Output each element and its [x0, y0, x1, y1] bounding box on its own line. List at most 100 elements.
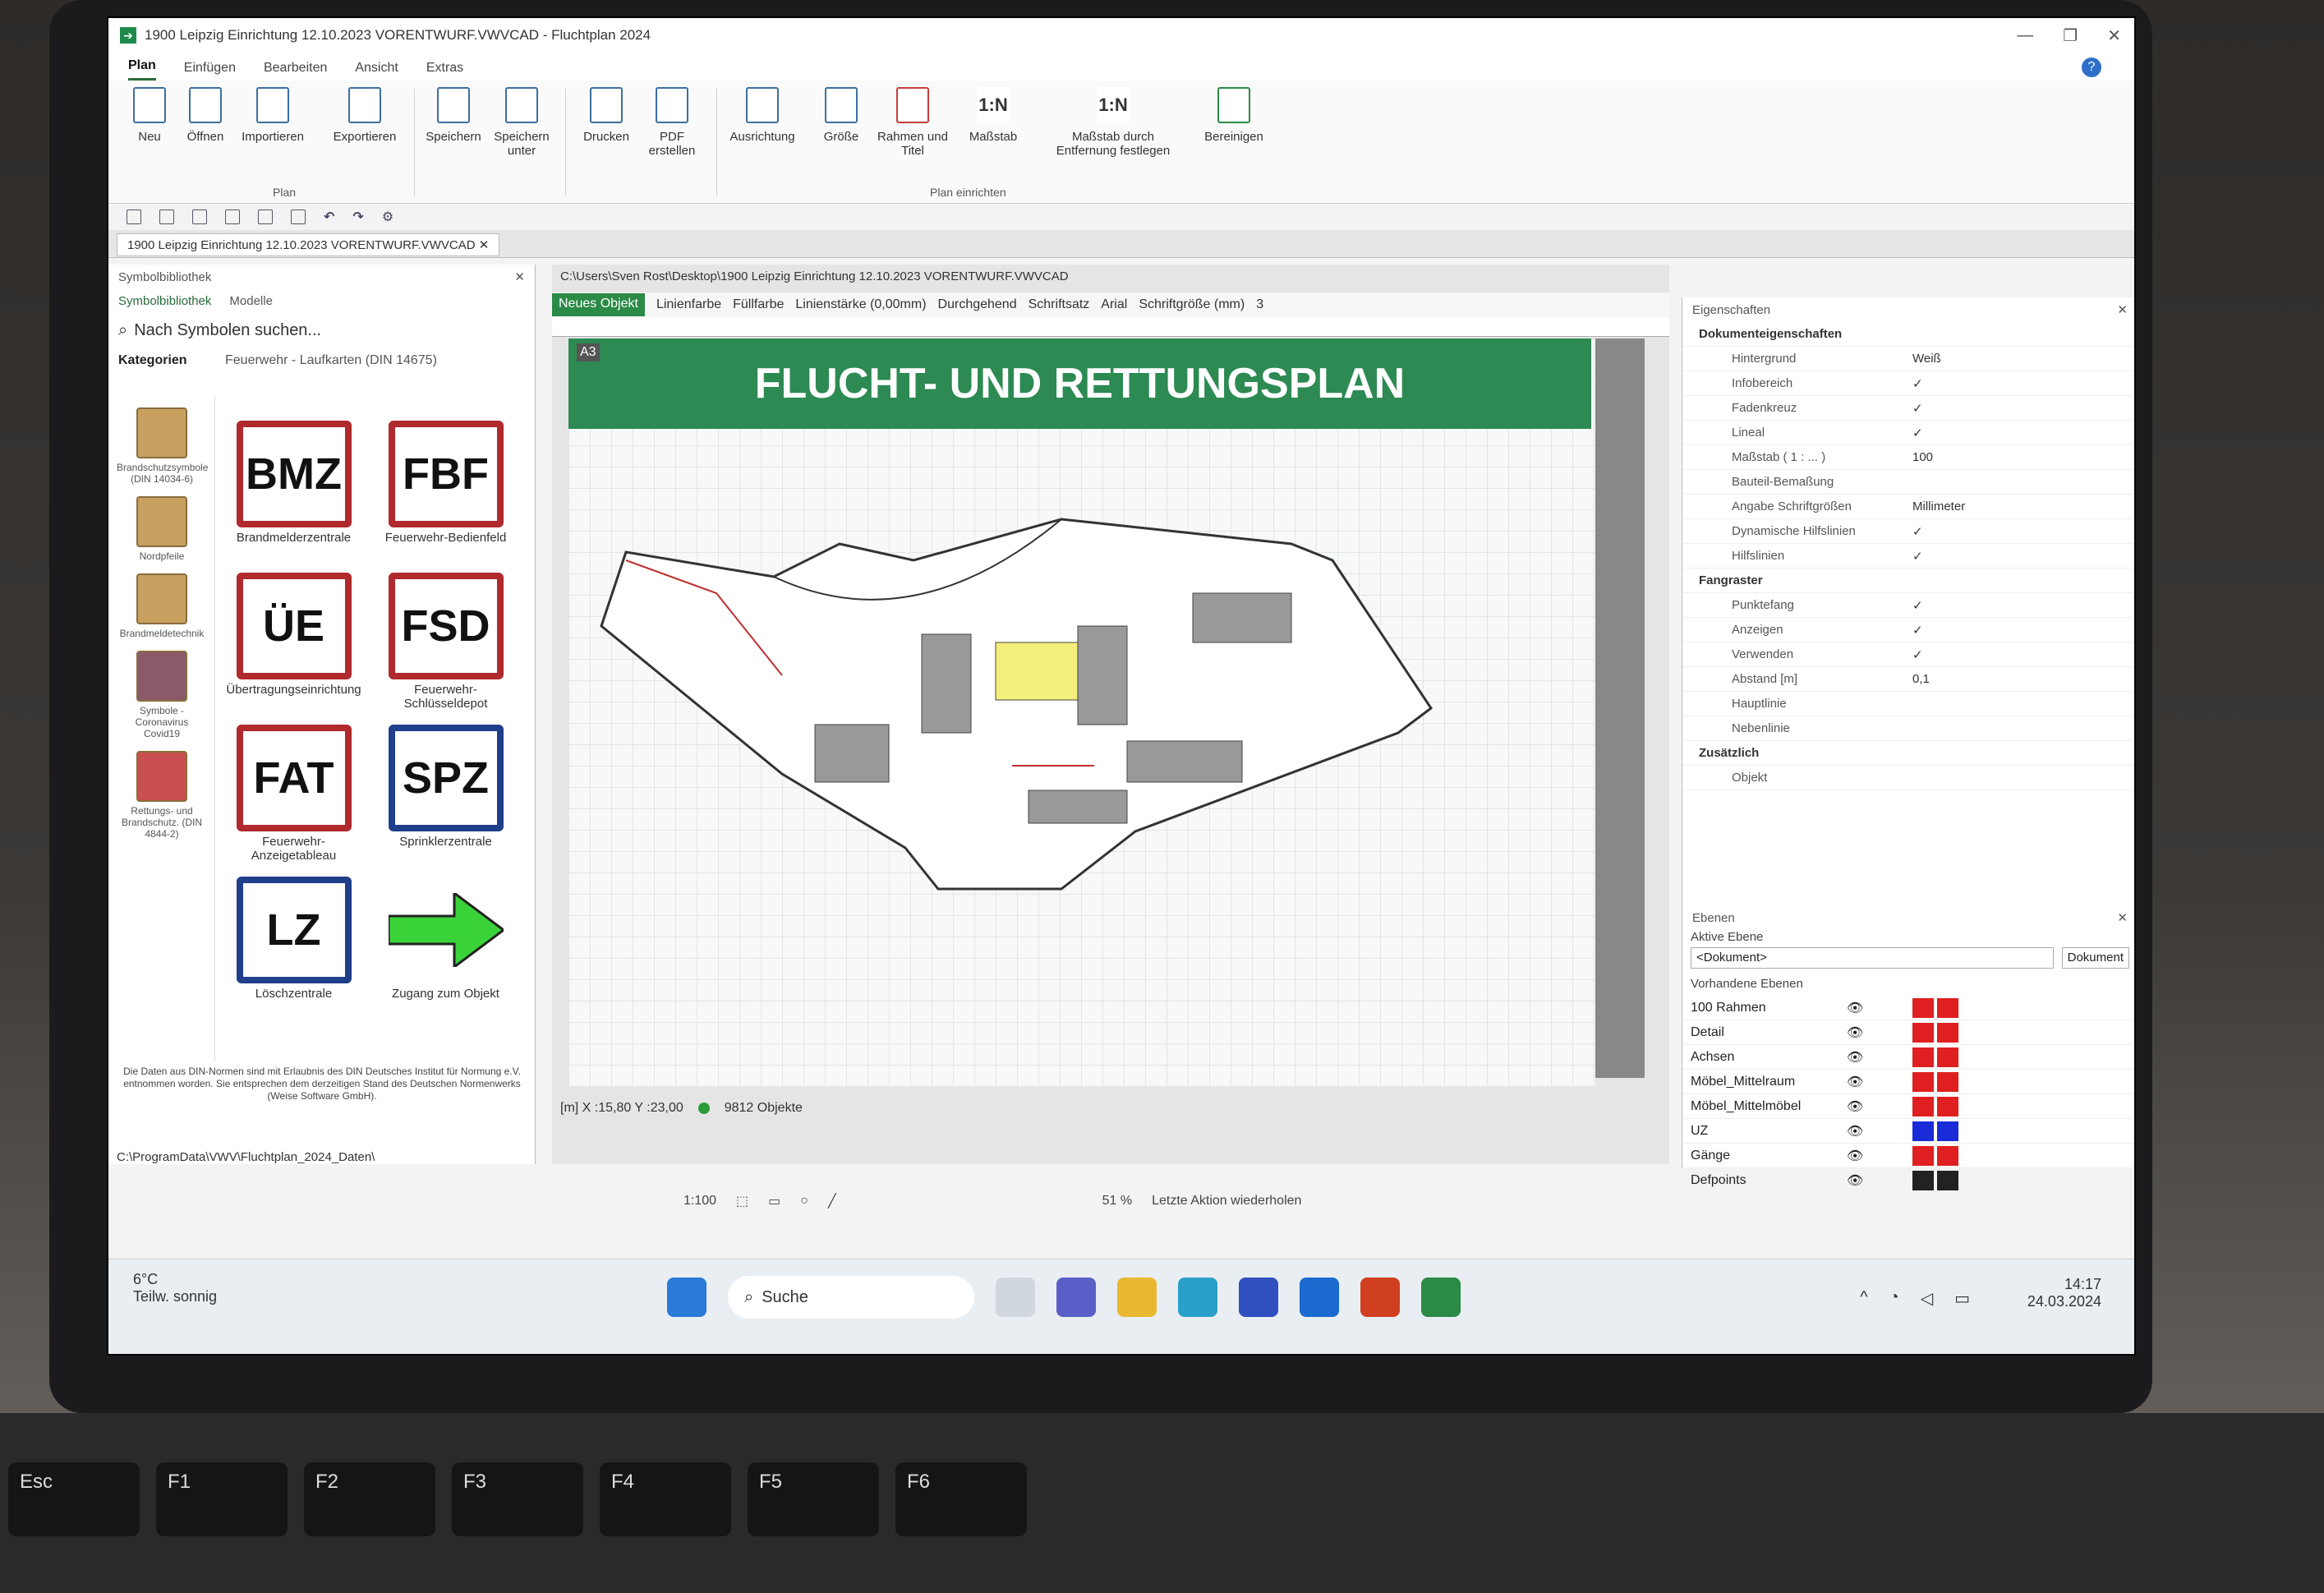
category-item[interactable]: Rettungs- und Brandschutz. (DIN 4844-2): [117, 751, 207, 840]
layer-color-swatch[interactable]: [1912, 997, 1935, 1018]
property-row[interactable]: Lineal ✓: [1682, 421, 2134, 445]
file-explorer-icon[interactable]: [1117, 1278, 1157, 1317]
select-tool-icon[interactable]: ⬚: [736, 1193, 748, 1209]
category-item[interactable]: Brandschutzsymbole (DIN 14034-6): [117, 407, 208, 485]
property-row[interactable]: Anzeigen ✓: [1682, 618, 2134, 642]
properties-close-icon[interactable]: ✕: [2117, 302, 2128, 317]
tab-bearbeiten[interactable]: Bearbeiten: [264, 61, 327, 81]
symbol-ue[interactable]: ÜE Übertragungseinrichtung: [222, 573, 366, 697]
category-item[interactable]: Symbole - Coronavirus Covid19: [117, 651, 207, 739]
symbol-bmz[interactable]: BMZ Brandmelderzentrale: [222, 421, 366, 545]
layer-row[interactable]: Detail 👁: [1682, 1020, 2134, 1045]
qat-save-icon[interactable]: [192, 209, 207, 224]
layer-color-swatch[interactable]: [1937, 1022, 1959, 1043]
frame-title-button[interactable]: Rahmen und Titel: [876, 87, 950, 158]
layer-color-swatch[interactable]: [1912, 1022, 1935, 1043]
font-size-input[interactable]: 3: [1256, 297, 1263, 312]
cleanup-button[interactable]: Bereinigen: [1193, 87, 1275, 144]
property-row[interactable]: Abstand [m] 0,1: [1682, 667, 2134, 692]
vertical-scrollbar[interactable]: [1595, 338, 1645, 1078]
layer-color-swatch[interactable]: [1937, 997, 1959, 1018]
property-row[interactable]: Hintergrund Weiß: [1682, 347, 2134, 371]
property-row[interactable]: Fadenkreuz ✓: [1682, 396, 2134, 421]
help-icon[interactable]: ?: [2082, 58, 2101, 77]
layer-row[interactable]: UZ 👁: [1682, 1119, 2134, 1144]
property-value[interactable]: ✓: [1896, 524, 2134, 539]
property-row[interactable]: Infobereich ✓: [1682, 371, 2134, 396]
qat-save-as-icon[interactable]: [225, 209, 240, 224]
layer-color-swatch[interactable]: [1912, 1071, 1935, 1092]
redo-icon[interactable]: ↷: [352, 209, 363, 225]
eye-icon[interactable]: 👁: [1847, 1049, 1863, 1066]
property-value[interactable]: ✓: [1896, 426, 2134, 440]
line-color-dropdown[interactable]: Linienfarbe: [656, 297, 721, 312]
store-icon[interactable]: [1239, 1278, 1278, 1317]
property-value[interactable]: ✓: [1896, 647, 2134, 662]
symbol-lz[interactable]: LZ Löschzentrale: [222, 877, 366, 1001]
section-document-properties[interactable]: Dokumenteigenschaften: [1682, 327, 1842, 341]
export-button[interactable]: Exportieren: [324, 87, 406, 144]
property-value[interactable]: ✓: [1896, 598, 2134, 613]
layer-color-swatch[interactable]: [1937, 1071, 1959, 1092]
eye-icon[interactable]: 👁: [1847, 1098, 1863, 1115]
clock[interactable]: 14:17 24.03.2024: [2027, 1276, 2101, 1310]
size-button[interactable]: Größe: [808, 87, 874, 144]
symbol-access[interactable]: Zugang zum Objekt: [374, 877, 518, 1001]
eye-icon[interactable]: 👁: [1847, 1000, 1863, 1016]
section-grid[interactable]: Fangraster: [1682, 573, 1763, 587]
document-button[interactable]: Dokument: [2061, 947, 2129, 969]
start-icon[interactable]: [667, 1278, 706, 1317]
tab-ansicht[interactable]: Ansicht: [355, 61, 398, 81]
fluchtplan-icon[interactable]: [1421, 1278, 1461, 1317]
layer-color-swatch[interactable]: [1912, 1096, 1935, 1116]
taskbar-search[interactable]: ⌕ Suche: [728, 1276, 974, 1319]
property-value[interactable]: 0,1: [1896, 672, 2134, 686]
symbol-fbf[interactable]: FBF Feuerwehr-Bedienfeld: [374, 421, 518, 545]
orientation-button[interactable]: Ausrichtung: [721, 87, 803, 144]
layer-color-swatch[interactable]: [1912, 1145, 1935, 1166]
weather-widget[interactable]: 6°C Teilw. sonnig: [133, 1271, 217, 1305]
minimize-button[interactable]: —: [2017, 26, 2033, 45]
qat-new-icon[interactable]: [127, 209, 141, 224]
fill-color-dropdown[interactable]: Füllfarbe: [733, 297, 784, 312]
import-button[interactable]: Importieren: [232, 87, 314, 144]
layer-color-swatch[interactable]: [1937, 1145, 1959, 1166]
scale-distance-button[interactable]: 1:N Maßstab durch Entfernung festlegen: [1043, 87, 1183, 158]
property-value[interactable]: ✓: [1896, 623, 2134, 638]
category-item[interactable]: Nordpfeile: [117, 496, 207, 562]
qat-pdf-icon[interactable]: [291, 209, 306, 224]
close-tab-icon[interactable]: ✕: [479, 238, 490, 252]
qat-print-icon[interactable]: [258, 209, 273, 224]
property-row[interactable]: Objekt: [1682, 766, 2134, 790]
pdf-button[interactable]: PDF erstellen: [639, 87, 705, 158]
layer-color-swatch[interactable]: [1937, 1047, 1959, 1067]
edge-icon[interactable]: [1178, 1278, 1217, 1317]
tab-plan[interactable]: Plan: [128, 58, 156, 81]
property-row[interactable]: Hauptlinie: [1682, 692, 2134, 716]
section-additional[interactable]: Zusätzlich: [1682, 746, 1759, 760]
battery-icon[interactable]: ▭: [1954, 1288, 1970, 1309]
maximize-button[interactable]: ❐: [2063, 25, 2078, 46]
speaker-icon[interactable]: ◁: [1921, 1288, 1933, 1309]
document-tab[interactable]: 1900 Leipzig Einrichtung 12.10.2023 VORE…: [117, 233, 500, 256]
property-row[interactable]: Punktefang ✓: [1682, 593, 2134, 618]
eye-icon[interactable]: 👁: [1847, 1074, 1863, 1090]
font-dropdown[interactable]: Arial: [1101, 297, 1127, 312]
eye-icon[interactable]: 👁: [1847, 1123, 1863, 1140]
category-item[interactable]: Brandmeldetechnik: [117, 573, 207, 639]
layer-row[interactable]: 100 Rahmen 👁: [1682, 996, 2134, 1020]
property-value[interactable]: 100: [1896, 450, 2134, 464]
property-value[interactable]: Millimeter: [1896, 500, 2134, 513]
qat-open-icon[interactable]: [159, 209, 174, 224]
eye-icon[interactable]: 👁: [1847, 1148, 1863, 1164]
active-layer-select[interactable]: <Dokument>: [1691, 947, 2054, 969]
close-button[interactable]: ✕: [2107, 25, 2121, 46]
symbol-spz[interactable]: SPZ Sprinklerzentrale: [374, 725, 518, 849]
property-row[interactable]: Maßstab ( 1 : ... ) 100: [1682, 445, 2134, 470]
property-value[interactable]: Weiß: [1896, 352, 2134, 366]
new-object-button[interactable]: Neues Objekt: [552, 293, 645, 316]
property-value[interactable]: ✓: [1896, 549, 2134, 564]
property-row[interactable]: Dynamische Hilfslinien ✓: [1682, 519, 2134, 544]
tab-extras[interactable]: Extras: [426, 61, 463, 81]
line-width-dropdown[interactable]: Linienstärke (0,00mm): [795, 297, 926, 312]
